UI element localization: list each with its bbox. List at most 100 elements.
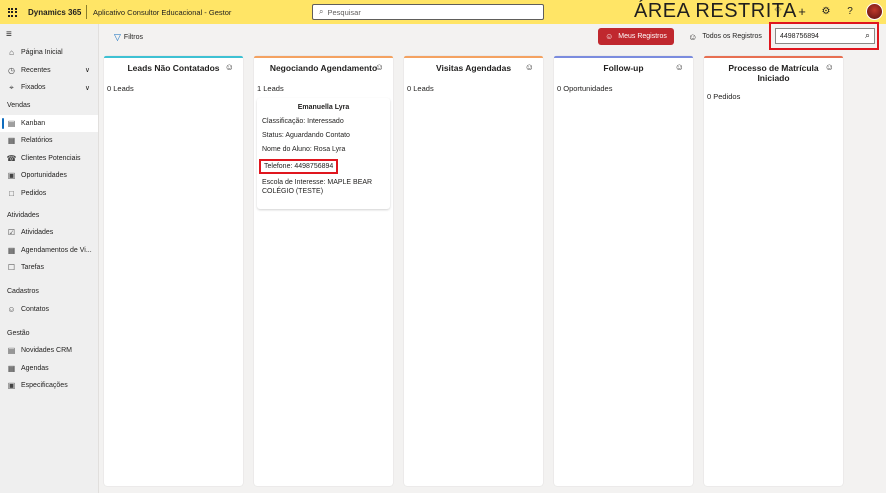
lead-phone: Telefone: 4498756894 — [259, 159, 339, 174]
sidebar-item-label: Página Inicial — [21, 49, 63, 57]
app-name[interactable]: Aplicativo Consultor Educacional - Gesto… — [93, 8, 313, 17]
records-search-value: 4498756894 — [780, 32, 819, 40]
lead-card[interactable]: Emanuella Lyra Classificação: Interessad… — [257, 98, 390, 209]
my-records-button[interactable]: ☺ Meus Registros — [598, 28, 674, 45]
waffle-icon — [7, 7, 17, 17]
filters-label: Filtros — [123, 34, 143, 41]
sidebar-item-pinned[interactable]: ⌖ Fixados ∨ — [0, 79, 98, 97]
sidebar-section-atividades: Atividades — [7, 211, 40, 219]
kanban-column-visitas-agendadas: Visitas Agendadas ☺ 0 Leads — [404, 56, 543, 486]
opportunity-icon: ▣ — [7, 171, 16, 181]
column-title: Leads Não Contatados ☺ — [127, 62, 234, 73]
news-icon: ▤ — [7, 346, 16, 356]
column-title: Follow-up ☺ — [603, 62, 684, 73]
records-search-input[interactable]: 4498756894 ⌕ — [775, 28, 875, 44]
people-icon: ☺ — [688, 31, 698, 42]
sidebar-item-label: Relatórios — [21, 137, 53, 145]
column-count: 0 Oportunidades — [557, 84, 613, 93]
plus-icon[interactable]: + — [796, 4, 808, 19]
sidebar-item-pedidos[interactable]: □ Pedidos — [0, 185, 98, 203]
home-icon: ⌂ — [9, 48, 14, 58]
sidebar-section-vendas: Vendas — [7, 102, 31, 109]
column-count: 0 Leads — [107, 84, 134, 93]
sidebar-item-recent[interactable]: ◷ Recentes ∨ — [0, 62, 98, 80]
app-launcher-button[interactable] — [0, 0, 24, 24]
column-count: 0 Leads — [407, 84, 434, 93]
kanban-column-negociando-agendamento: Negociando Agendamento ☺ 1 Leads Emanuell… — [254, 56, 393, 486]
sidebar-item-label: Fixados — [21, 84, 46, 92]
people-icon[interactable]: ☺ — [225, 62, 234, 72]
lead-school: Escola de Interesse: MAPLE BEAR COLÉGIO … — [262, 179, 373, 195]
kanban-column-processo-matricula: Processo de Matrícula Iniciado ☺ 0 Pedido… — [704, 56, 843, 486]
sidebar-item-especificacoes[interactable]: ▣ Especificações — [0, 377, 98, 395]
sidebar-item-label: Oportunidades — [21, 172, 67, 180]
sidebar-item-agendas[interactable]: ▦ Agendas — [0, 360, 98, 378]
sidebar-item-home[interactable]: ⌂ Página Inicial — [0, 44, 98, 62]
person-icon[interactable]: ☺ — [675, 62, 684, 72]
top-icons: 💡︎ + ⚙ ? — [772, 4, 856, 19]
gear-icon[interactable]: ⚙ — [820, 6, 832, 17]
sidebar-section-cadastros: Cadastros — [7, 288, 39, 295]
sidebar-item-label: Clientes Potenciais — [21, 154, 81, 162]
sidebar-item-clientes[interactable]: ☎ Clientes Potenciais — [0, 150, 98, 168]
column-count: 1 Leads — [257, 84, 284, 93]
sidebar-item-tarefas[interactable]: ☐ Tarefas — [0, 259, 98, 277]
sidebar-item-label: Agendas — [21, 364, 49, 372]
sidebar-item-label: Tarefas — [21, 264, 44, 272]
hamburger-icon[interactable]: ≡ — [0, 24, 98, 44]
sidebar-section-gestao: Gestão — [7, 329, 30, 337]
sidebar-item-atividades[interactable]: ☑ Atividades — [0, 224, 98, 242]
sidebar-item-kanban[interactable]: ▤ Kanban — [0, 114, 98, 132]
sidebar-item-label: Atividades — [21, 229, 54, 237]
chevron-down-icon[interactable]: ∨ — [85, 66, 90, 74]
contact-icon: ☺ — [7, 304, 16, 314]
lead-name[interactable]: Emanuella Lyra — [262, 104, 385, 111]
person-icon[interactable]: ☺ — [375, 62, 384, 72]
search-placeholder: Pesquisar — [327, 7, 361, 17]
kanban-column-follow-up: Follow-up ☺ 0 Oportunidades — [554, 56, 693, 486]
filter-icon: ▽ — [114, 32, 121, 42]
sidebar: ≡ ⌂ Página Inicial ◷ Recentes ∨ ⌖ Fixados ∨ V… — [0, 24, 99, 493]
report-icon: ▦ — [7, 136, 16, 146]
all-records-button[interactable]: ☺ Todos os Registros — [684, 28, 766, 45]
divider — [86, 5, 87, 19]
sidebar-item-relatorios[interactable]: ▦ Relatórios — [0, 132, 98, 150]
brand-name[interactable]: Dynamics 365 — [28, 8, 86, 17]
global-search-input[interactable]: ⌕ Pesquisar — [312, 4, 544, 20]
kanban-icon: ▤ — [7, 118, 16, 128]
person-icon[interactable]: ☺ — [525, 62, 534, 72]
lightbulb-icon[interactable]: 💡︎ — [772, 6, 784, 17]
sidebar-item-label: Novidades CRM — [21, 347, 72, 355]
person-icon[interactable]: ☺ — [825, 62, 834, 72]
spec-icon: ▣ — [7, 381, 16, 391]
sidebar-item-label: Especificações — [21, 382, 68, 390]
lead-status: Status: Aguardando Contato — [262, 132, 350, 139]
avatar[interactable] — [866, 3, 883, 20]
order-icon: □ — [9, 188, 14, 198]
clock-icon: ◷ — [8, 65, 15, 75]
sidebar-item-oportunidades[interactable]: ▣ Oportunidades — [0, 167, 98, 185]
my-records-label: Meus Registros — [618, 33, 667, 40]
sidebar-item-contatos[interactable]: ☺ Contatos — [0, 301, 98, 319]
chevron-down-icon[interactable]: ∨ — [85, 84, 90, 92]
sidebar-item-agendamentos[interactable]: ▦ Agendamentos de Vi... — [0, 242, 98, 260]
sidebar-item-label: Contatos — [21, 305, 50, 313]
kanban-column-leads-nao-contatados: Leads Não Contatados ☺ 0 Leads — [104, 56, 243, 486]
sidebar-item-label: Agendamentos de Vi... — [21, 246, 92, 254]
search-icon[interactable]: ⌕ — [865, 30, 870, 41]
task-icon: ☐ — [7, 263, 16, 273]
activities-icon: ☑ — [7, 228, 16, 238]
pin-icon: ⌖ — [9, 82, 14, 92]
calendar-icon: ▦ — [7, 245, 16, 255]
column-count: 0 Pedidos — [707, 92, 741, 101]
filters-button[interactable]: ▽ Filtros — [114, 32, 143, 43]
column-title: Visitas Agendadas ☺ — [435, 62, 534, 73]
sidebar-item-novidades[interactable]: ▤ Novidades CRM — [0, 342, 98, 360]
lead-student: Nome do Aluno: Rosa Lyra — [262, 146, 346, 153]
search-icon: ⌕ — [319, 7, 324, 16]
sidebar-item-label: Kanban — [21, 119, 46, 127]
all-records-label: Todos os Registros — [702, 33, 762, 40]
sidebar-item-label: Pedidos — [21, 189, 47, 197]
person-icon: ☺ — [605, 32, 614, 41]
help-icon[interactable]: ? — [844, 6, 856, 17]
